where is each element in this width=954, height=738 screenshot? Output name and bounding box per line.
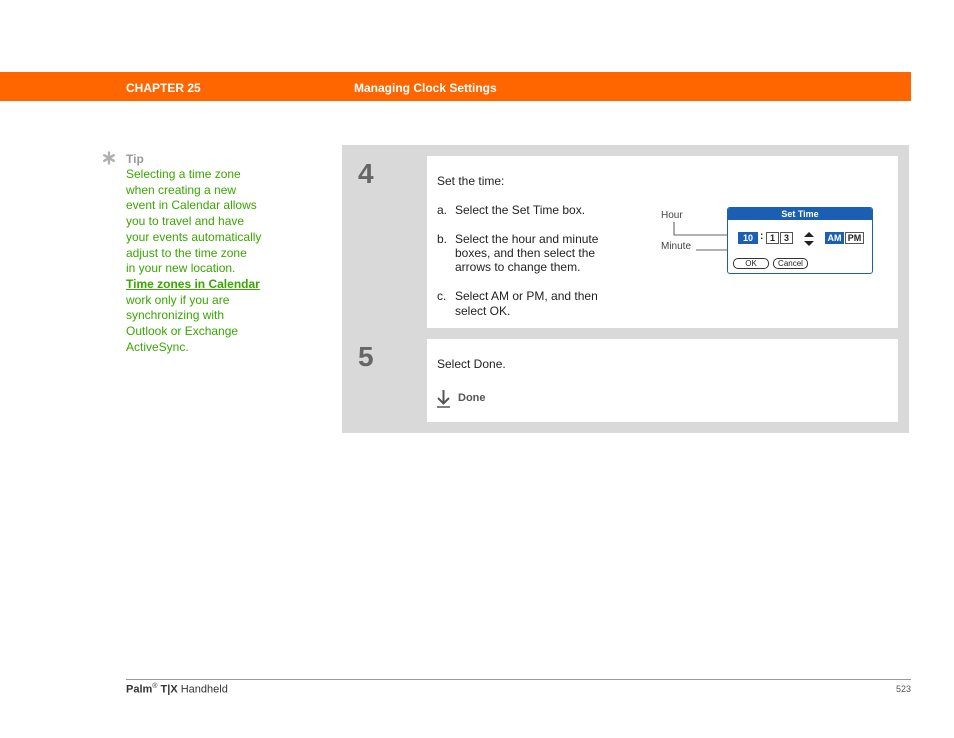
tip-line: Selecting a time zone [126,167,241,181]
up-down-arrows-icon[interactable] [803,232,815,246]
step-item-letter: b. [437,232,448,246]
footer-rule [126,679,911,680]
chapter-title: Managing Clock Settings [354,81,497,95]
footer-product-name: Handheld [180,683,228,696]
asterisk-icon [103,151,116,165]
footer-model: T|X [160,683,178,696]
tip-line: work only if you are [126,292,230,307]
step-5-panel [427,339,898,422]
minute-ones-box[interactable]: 3 [780,232,793,244]
tip-line: your events automatically [126,229,262,244]
tip-line: synchronizing with [126,308,225,323]
hour-box[interactable]: 10 [738,232,758,244]
arrow-down-icon [437,390,450,408]
dialog-title: Set Time [728,208,872,220]
tip-line: event in Calendar allows [126,198,257,213]
pm-button[interactable]: PM [845,232,864,244]
time-separator: : [760,231,764,242]
step-intro: Select Done. [437,357,506,371]
step-item-text: select OK. [455,304,511,318]
step-number: 5 [358,341,374,372]
step-item-text: Select the hour and minute [455,232,599,246]
tip-line: when creating a new [126,182,237,197]
set-time-dialog: Set Time 10 : 1 3 AM PM OK Cancel [727,207,873,274]
step-item-text: boxes, and then select the [455,246,596,260]
step-intro: Set the time: [437,174,505,188]
tip-line: you to travel and have [126,214,245,229]
footer-product: Palm® T|X Handheld [126,683,228,696]
footer-brand: Palm [126,683,153,696]
step-item-text: Select the Set Time box. [455,203,586,217]
step-number: 4 [358,158,374,189]
step-item-text: arrows to change them. [455,260,581,274]
am-button[interactable]: AM [825,232,844,244]
tip-line: in your new location. [126,261,236,276]
tip-line: Outlook or Exchange [126,324,239,339]
minute-tens-box[interactable]: 1 [766,232,779,244]
cancel-button[interactable]: Cancel [773,258,808,269]
footer-registered-mark: ® [152,683,158,690]
page-number: 523 [895,684,911,694]
done-link[interactable]: Done [458,392,486,404]
time-zones-in-calendar-link[interactable]: Time zones in Calendar [126,277,286,293]
tip-line: ActiveSync. [126,339,189,354]
tip-heading: Tip [126,152,144,166]
step-item-text: Select AM or PM, and then [455,289,598,303]
chapter-number: CHAPTER 25 [126,81,201,95]
step-item-letter: a. [437,203,448,217]
tip-body: Selecting a time zone when creating a ne… [126,167,286,355]
ok-button[interactable]: OK [733,258,769,269]
step-item-letter: c. [437,289,447,303]
tip-line: adjust to the time zone [126,245,247,260]
